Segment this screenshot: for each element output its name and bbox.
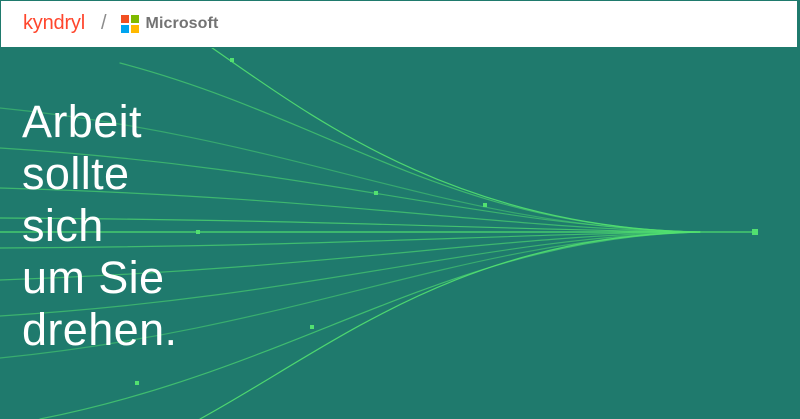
logo-separator: / <box>100 12 107 34</box>
headline-line-1: Arbeit <box>22 96 142 147</box>
hero-area: Arbeit sollte sich um Sie drehen. <box>0 48 800 419</box>
microsoft-wordmark: Microsoft <box>145 15 219 32</box>
headline-line-2: sollte <box>22 148 130 199</box>
headline-line-5: drehen. <box>22 304 178 355</box>
hero-headline: Arbeit sollte sich um Sie drehen. <box>22 96 177 356</box>
microsoft-logo: Microsoft <box>120 15 219 33</box>
headline-line-3: sich <box>22 200 104 251</box>
headline-line-4: um Sie <box>22 252 165 303</box>
microsoft-four-squares-icon <box>120 15 139 33</box>
logo-header: kyndryl / Microsoft <box>0 0 798 48</box>
kyndryl-logo: kyndryl <box>23 12 85 34</box>
ad-banner: kyndryl / Microsoft Arbeit sollte sich u… <box>0 0 800 419</box>
